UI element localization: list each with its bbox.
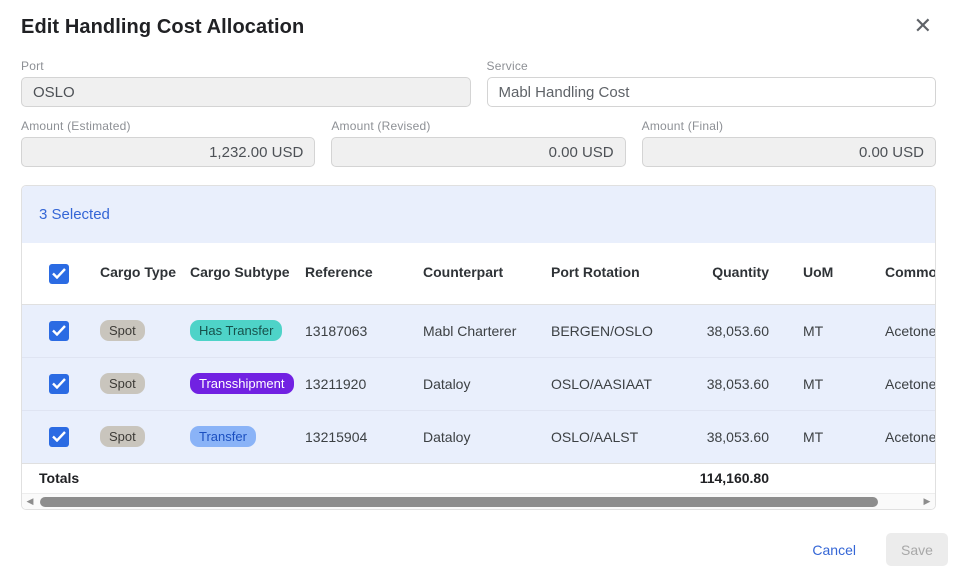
selected-count: 3 Selected (39, 206, 110, 223)
allocation-table: Cargo Type Cargo Subtype Reference Count… (22, 243, 935, 493)
cargo-subtype-badge: Has Transfer (190, 320, 282, 342)
header-cargo-subtype: Cargo Subtype (190, 243, 305, 304)
cargo-subtype-badge: Transfer (190, 426, 256, 448)
cargo-subtype-badge: Transshipment (190, 373, 294, 395)
cancel-button[interactable]: Cancel (804, 536, 864, 564)
header-counterpart: Counterpart (423, 243, 551, 304)
amount-revised-input[interactable] (331, 137, 625, 167)
amounts-row: Amount (Estimated) Amount (Revised) Amou… (21, 119, 936, 167)
cargo-type-badge: Spot (100, 373, 145, 395)
dialog-header: Edit Handling Cost Allocation ✕ (21, 14, 936, 39)
cargo-type-badge: Spot (100, 426, 145, 448)
save-button[interactable]: Save (886, 533, 948, 566)
quantity-cell: 38,053.60 (679, 304, 777, 357)
uom-cell: MT (777, 304, 867, 357)
quantity-cell: 38,053.60 (679, 410, 777, 463)
quantity-cell: 38,053.60 (679, 357, 777, 410)
service-input[interactable] (487, 77, 937, 107)
commodity-cell: Acetone (867, 357, 935, 410)
amount-final-input[interactable] (642, 137, 936, 167)
uom-cell: MT (777, 410, 867, 463)
reference-cell: 13211920 (305, 357, 423, 410)
amount-revised-label: Amount (Revised) (331, 119, 625, 133)
counterpart-cell: Dataloy (423, 357, 551, 410)
table-header-row: Cargo Type Cargo Subtype Reference Count… (22, 243, 935, 304)
header-commodity: Commodity (867, 243, 935, 304)
reference-cell: 13215904 (305, 410, 423, 463)
header-port-rotation: Port Rotation (551, 243, 679, 304)
header-uom: UoM (777, 243, 867, 304)
cargo-type-badge: Spot (100, 320, 145, 342)
amount-revised-group: Amount (Revised) (331, 119, 625, 167)
port-service-row: Port Service (21, 59, 936, 107)
header-cargo-type: Cargo Type (100, 243, 190, 304)
totals-row: Totals 114,160.80 (22, 463, 935, 493)
port-input[interactable] (21, 77, 471, 107)
close-icon[interactable]: ✕ (910, 14, 936, 38)
service-label: Service (487, 59, 937, 73)
table-row: Spot Has Transfer 13187063 Mabl Chartere… (22, 304, 935, 357)
table-body: Spot Has Transfer 13187063 Mabl Chartere… (22, 304, 935, 463)
scroll-left-icon[interactable]: ◀ (22, 494, 38, 510)
table-row: Spot Transfer 13215904 Dataloy OSLO/AALS… (22, 410, 935, 463)
amount-estimated-input[interactable] (21, 137, 315, 167)
uom-cell: MT (777, 357, 867, 410)
service-field-group: Service (487, 59, 937, 107)
horizontal-scrollbar[interactable]: ◀ ▶ (22, 493, 935, 509)
select-all-checkbox[interactable] (49, 264, 69, 284)
scrollbar-thumb[interactable] (40, 497, 878, 507)
amount-final-label: Amount (Final) (642, 119, 936, 133)
amount-final-group: Amount (Final) (642, 119, 936, 167)
header-quantity: Quantity (679, 243, 777, 304)
port-rotation-cell: BERGEN/OSLO (551, 304, 679, 357)
dialog-title: Edit Handling Cost Allocation (21, 14, 304, 39)
edit-handling-cost-dialog: Edit Handling Cost Allocation ✕ Port Ser… (0, 0, 957, 574)
row-checkbox[interactable] (49, 374, 69, 394)
port-rotation-cell: OSLO/AALST (551, 410, 679, 463)
counterpart-cell: Mabl Charterer (423, 304, 551, 357)
totals-label: Totals (22, 463, 679, 493)
reference-cell: 13187063 (305, 304, 423, 357)
amount-estimated-group: Amount (Estimated) (21, 119, 315, 167)
scroll-right-icon[interactable]: ▶ (919, 494, 935, 510)
scrollbar-track[interactable] (38, 494, 919, 510)
port-rotation-cell: OSLO/AASIAAT (551, 357, 679, 410)
dialog-footer: Cancel Save (804, 533, 948, 566)
table-row: Spot Transshipment 13211920 Dataloy OSLO… (22, 357, 935, 410)
counterpart-cell: Dataloy (423, 410, 551, 463)
totals-quantity: 114,160.80 (679, 463, 777, 493)
allocation-table-panel: 3 Selected Cargo Type Cargo Subtype Refe… (21, 185, 936, 510)
row-checkbox[interactable] (49, 321, 69, 341)
amount-estimated-label: Amount (Estimated) (21, 119, 315, 133)
row-checkbox[interactable] (49, 427, 69, 447)
header-reference: Reference (305, 243, 423, 304)
port-label: Port (21, 59, 471, 73)
port-field-group: Port (21, 59, 471, 107)
commodity-cell: Acetone (867, 304, 935, 357)
commodity-cell: Acetone (867, 410, 935, 463)
selection-bar: 3 Selected (22, 186, 935, 243)
